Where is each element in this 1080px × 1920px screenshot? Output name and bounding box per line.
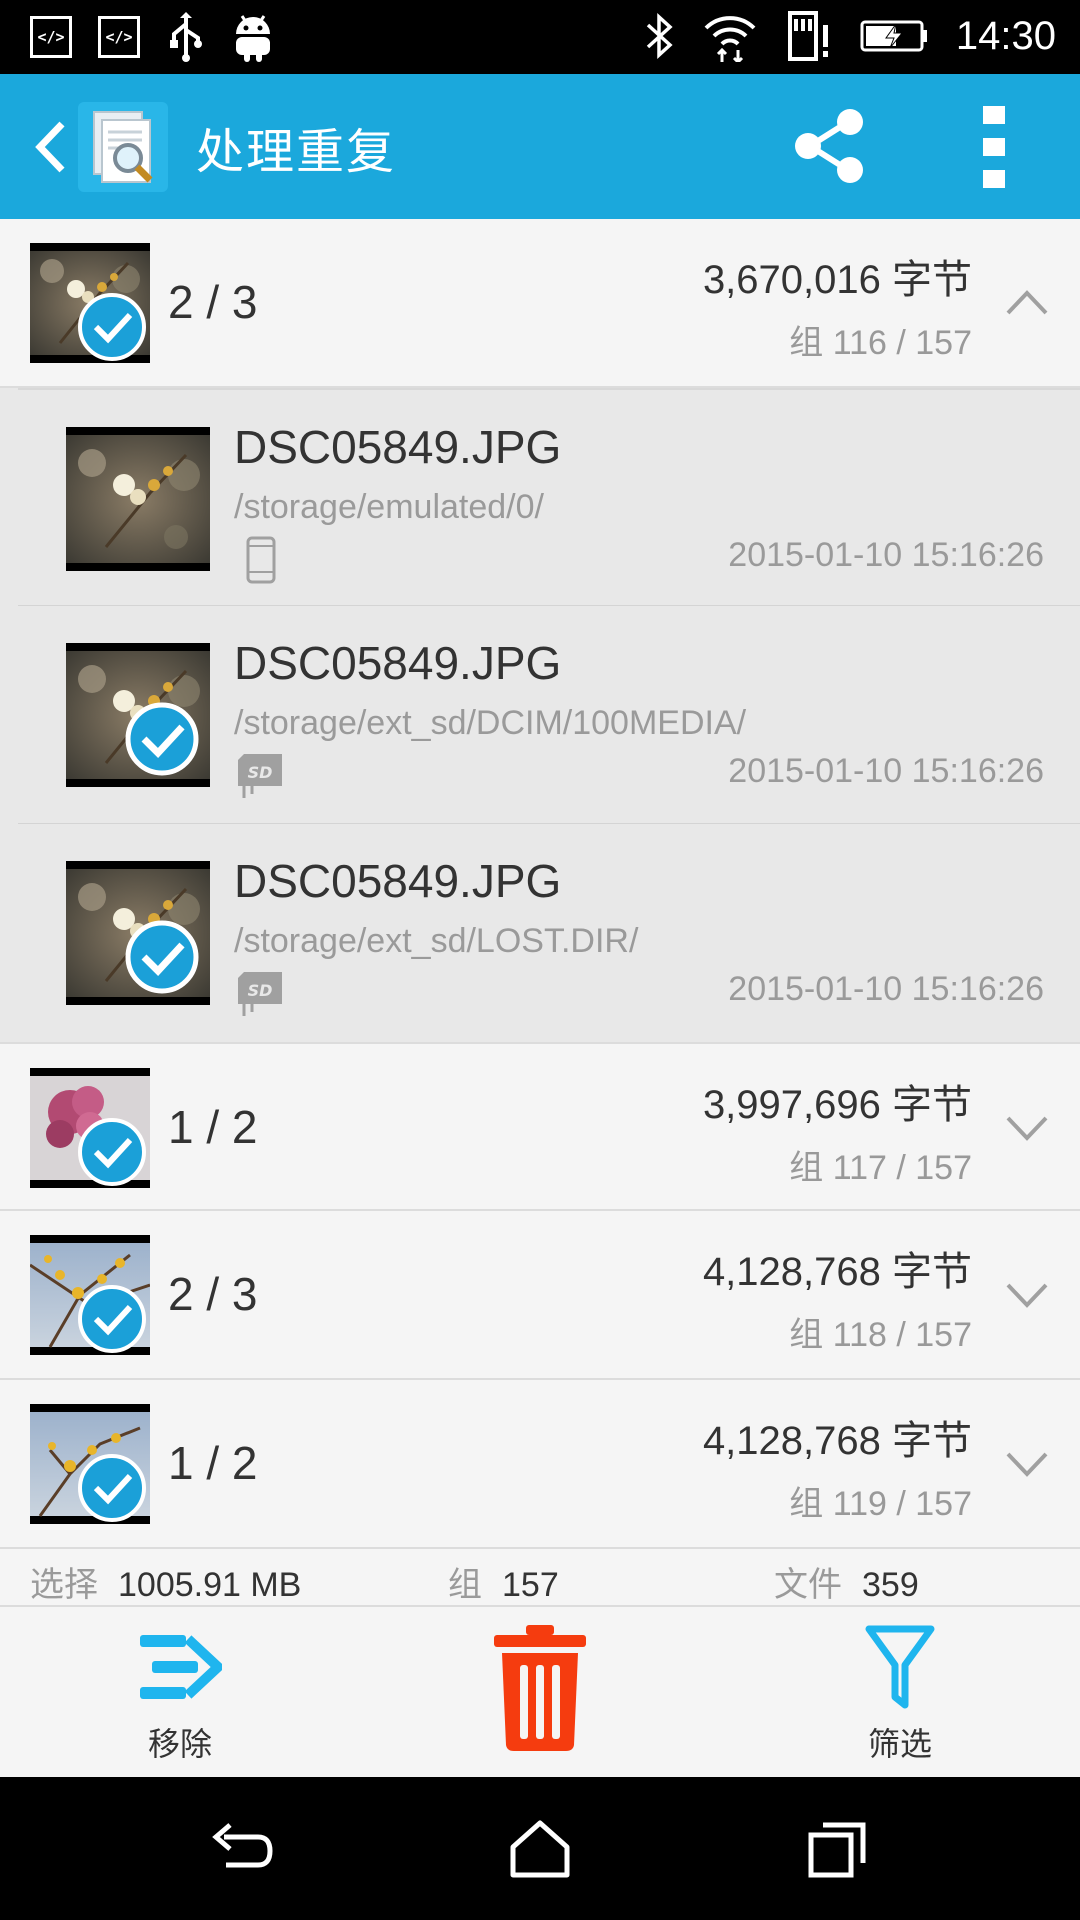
duplicate-group[interactable]: 1 / 2 4,128,768 字节 组 119 / 157 [0, 1380, 1080, 1549]
summary-files: 文件 359 [774, 1557, 919, 1606]
group-index: 组 119 / 157 [789, 1485, 972, 1523]
chevron-up-icon[interactable] [1004, 283, 1050, 323]
summary-files-value: 359 [862, 1566, 919, 1604]
file-date: 2015-01-10 15:16:26 [728, 536, 1044, 574]
share-icon[interactable] [790, 106, 870, 186]
group-file-size: 3,670,016 字节 [702, 258, 972, 302]
checked-icon[interactable] [78, 1454, 146, 1522]
nav-home-icon[interactable] [505, 1817, 575, 1881]
file-name: DSC05849.JPG [234, 637, 562, 689]
summary-groups-value: 157 [502, 1566, 559, 1604]
file-thumbnail [66, 861, 210, 1005]
duplicate-groups-list[interactable]: 2 / 3 3,670,016 字节 组 116 / 157 DSC05849.… [0, 219, 1080, 1549]
file-thumbnail [66, 643, 210, 787]
code-icon: </> [98, 16, 140, 58]
status-bar: </> </> 14:30 [0, 0, 1080, 74]
duplicate-group[interactable]: 2 / 3 4,128,768 字节 组 118 / 157 [0, 1211, 1080, 1380]
remove-button[interactable]: 移除 [100, 1607, 260, 1777]
clock: 14:30 [955, 13, 1056, 58]
group-selection-count: 2 / 3 [168, 276, 258, 328]
usb-icon [170, 12, 202, 62]
trash-icon [494, 1625, 586, 1751]
file-thumbnail [66, 427, 210, 571]
summary-groups: 组 157 [448, 1557, 559, 1606]
summary-selected-value: 1005.91 MB [118, 1566, 302, 1604]
nav-recents-icon[interactable] [805, 1817, 875, 1881]
group-selection-count: 1 / 2 [168, 1437, 258, 1489]
group-file-list: DSC05849.JPG /storage/emulated/0/ 2015-0… [0, 388, 1080, 1042]
checked-icon[interactable] [78, 293, 146, 361]
chevron-down-icon[interactable] [1004, 1275, 1050, 1315]
file-path: /storage/ext_sd/LOST.DIR/ [234, 922, 639, 960]
group-thumbnail [30, 243, 150, 363]
summary-files-label: 文件 [774, 1566, 842, 1604]
summary-selected-label: 选择 [30, 1566, 98, 1604]
selection-summary: 选择 1005.91 MB 组 157 文件 359 [0, 1549, 1080, 1607]
app-bar: 处理重复 [0, 74, 1080, 219]
page-title: 处理重复 [196, 124, 397, 180]
file-path: /storage/emulated/0/ [234, 488, 544, 526]
checked-icon[interactable] [78, 1285, 146, 1353]
group-index: 组 117 / 157 [789, 1149, 972, 1187]
sd-card-alert-icon [787, 11, 828, 61]
android-icon [236, 15, 270, 62]
svg-text:SD: SD [248, 763, 273, 782]
file-name: DSC05849.JPG [234, 855, 562, 907]
checked-icon[interactable] [78, 1118, 146, 1186]
app-search-file-icon [78, 102, 168, 192]
remove-label: 移除 [147, 1725, 212, 1763]
list-item[interactable]: DSC05849.JPG /storage/ext_sd/LOST.DIR/ S… [18, 824, 1080, 1042]
filter-button[interactable]: 筛选 [820, 1607, 980, 1777]
summary-selected: 选择 1005.91 MB [30, 1557, 301, 1606]
sd-card-icon: SD [238, 972, 282, 1016]
file-name: DSC05849.JPG [234, 421, 562, 473]
checked-icon[interactable] [125, 702, 199, 776]
more-vert-icon[interactable] [975, 104, 1015, 190]
svg-text:SD: SD [248, 981, 273, 1000]
file-path: /storage/ext_sd/DCIM/100MEDIA/ [234, 704, 747, 742]
chevron-down-icon[interactable] [1004, 1444, 1050, 1484]
code-icon: </> [30, 16, 72, 58]
system-nav-bar [0, 1777, 1080, 1920]
wifi-icon [704, 16, 756, 62]
list-item[interactable]: DSC05849.JPG /storage/ext_sd/DCIM/100MED… [18, 606, 1080, 824]
chevron-down-icon[interactable] [1004, 1108, 1050, 1148]
group-selection-count: 2 / 3 [168, 1268, 258, 1320]
battery-charging-icon [860, 20, 927, 52]
delete-button[interactable] [480, 1607, 600, 1777]
filter-label: 筛选 [867, 1725, 932, 1763]
phone-icon [246, 536, 276, 584]
group-selection-count: 1 / 2 [168, 1101, 258, 1153]
action-toolbar: 移除 筛选 [0, 1607, 1080, 1777]
group-index: 组 118 / 157 [789, 1316, 972, 1354]
group-thumbnail [30, 1068, 150, 1188]
group-file-size: 4,128,768 字节 [702, 1419, 972, 1463]
move-out-icon [140, 1635, 222, 1699]
filter-icon [865, 1625, 935, 1709]
back-icon[interactable] [26, 114, 76, 180]
group-file-size: 3,997,696 字节 [702, 1083, 972, 1127]
file-date: 2015-01-10 15:16:26 [728, 970, 1044, 1008]
duplicate-group[interactable]: 2 / 3 3,670,016 字节 组 116 / 157 [0, 219, 1080, 388]
nav-back-icon[interactable] [206, 1817, 276, 1881]
checked-icon[interactable] [125, 920, 199, 994]
duplicate-group[interactable]: 1 / 2 3,997,696 字节 组 117 / 157 [0, 1042, 1080, 1211]
group-thumbnail [30, 1235, 150, 1355]
summary-groups-label: 组 [448, 1566, 482, 1604]
group-file-size: 4,128,768 字节 [702, 1250, 972, 1294]
bluetooth-icon [646, 13, 673, 59]
group-index: 组 116 / 157 [789, 324, 972, 362]
file-date: 2015-01-10 15:16:26 [728, 752, 1044, 790]
list-item[interactable]: DSC05849.JPG /storage/emulated/0/ 2015-0… [18, 388, 1080, 606]
group-thumbnail [30, 1404, 150, 1524]
sd-card-icon: SD [238, 754, 282, 798]
